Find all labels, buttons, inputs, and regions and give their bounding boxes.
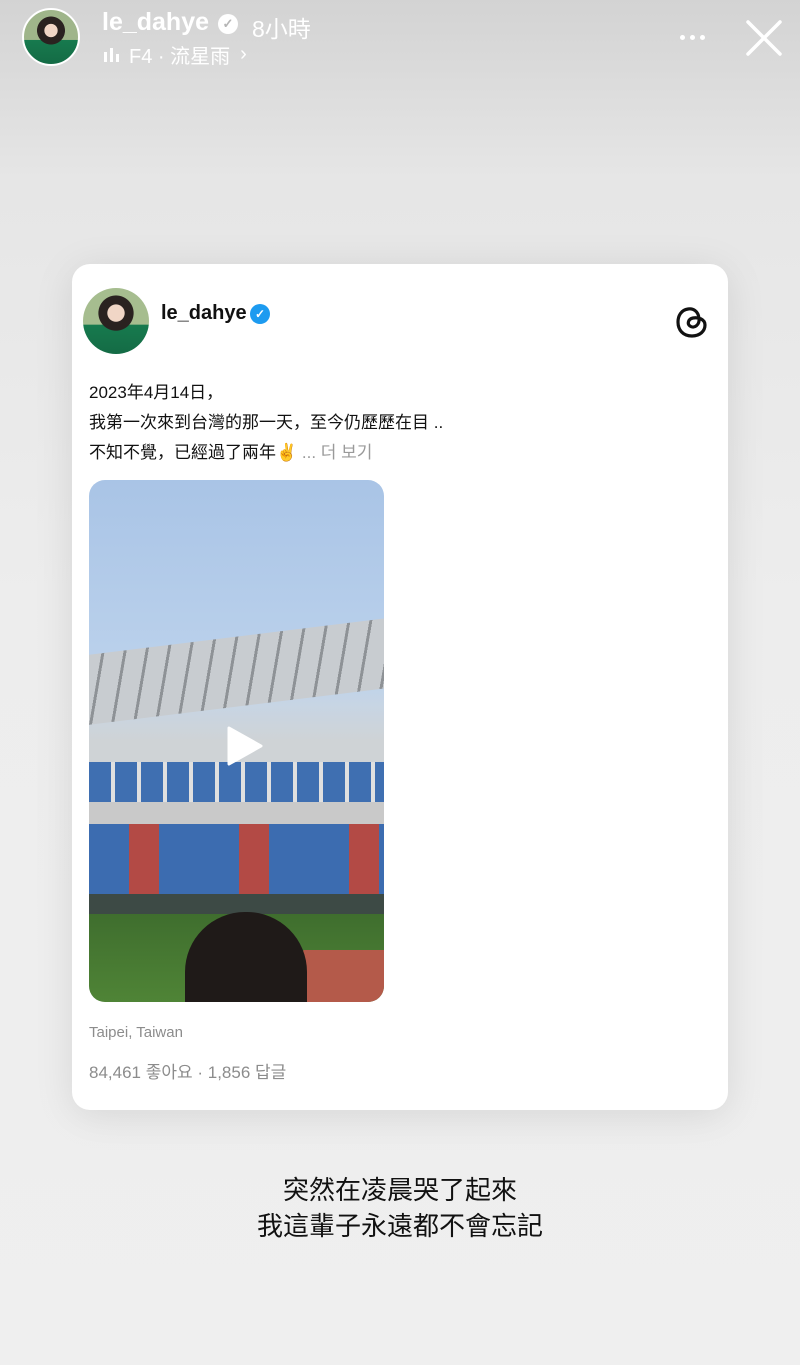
story-caption: 突然在凌晨哭了起來 我這輩子永遠都不會忘記: [0, 1172, 800, 1244]
close-icon[interactable]: [744, 18, 784, 58]
caption-line: 突然在凌晨哭了起來: [282, 1175, 517, 1205]
story-avatar[interactable]: [22, 8, 80, 66]
story-username[interactable]: le_dahye: [102, 8, 209, 37]
stadium-seats: [89, 824, 384, 894]
post-video[interactable]: [89, 480, 384, 1002]
more-icon[interactable]: [676, 26, 708, 48]
see-more-link[interactable]: ... 더 보기: [302, 443, 373, 462]
post-line: 我第一次來到台灣的那一天，至今仍歷歷在目 ..: [89, 413, 444, 432]
post-text: 2023年4月14日， 我第一次來到台灣的那一天，至今仍歷歷在目 .. 不知不覺…: [89, 378, 443, 468]
chevron-right-icon: ›: [240, 43, 247, 65]
post-line: 2023年4月14日，: [89, 383, 224, 402]
post-location: Taipei, Taiwan: [89, 1024, 183, 1041]
threads-icon: [676, 307, 707, 338]
stadium-roof: [89, 615, 384, 726]
post-avatar: [83, 288, 149, 354]
verified-icon: ✓: [218, 14, 238, 34]
verified-icon: ✓: [250, 304, 270, 324]
music-bars-icon: [104, 47, 119, 62]
stadium-seats: [89, 762, 384, 802]
music-title: F4 · 流星雨: [129, 46, 231, 68]
post-username: le_dahye: [161, 302, 247, 324]
caption-line: 我這輩子永遠都不會忘記: [256, 1211, 543, 1241]
music-link[interactable]: F4 · 流星雨 ›: [104, 40, 247, 69]
play-icon[interactable]: [221, 724, 265, 768]
post-line: 不知不覺，已經過了兩年✌️: [89, 443, 298, 462]
threads-post-card[interactable]: le_dahye ✓ 2023年4月14日， 我第一次來到台灣的那一天，至今仍歷…: [72, 264, 728, 1110]
story-time-ago: 8小時: [252, 16, 311, 42]
post-stats: 84,461 좋아요 · 1,856 답글: [89, 1063, 287, 1082]
